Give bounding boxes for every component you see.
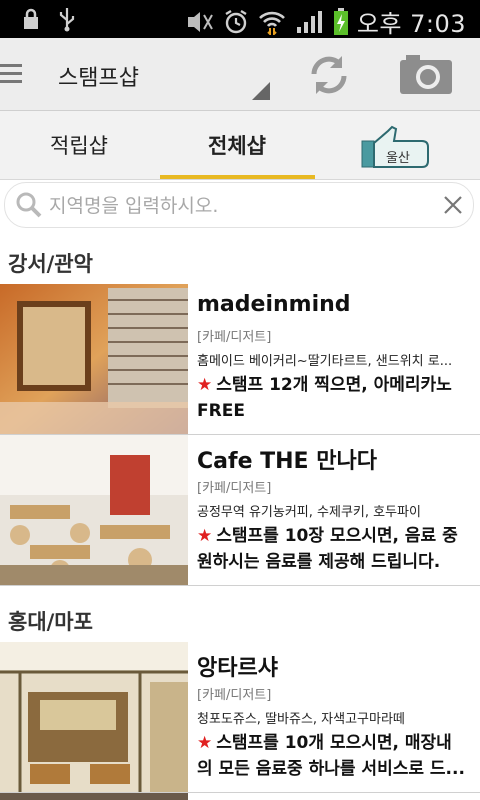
shop-thumbnail (0, 435, 188, 585)
shop-thumbnail (0, 642, 188, 792)
region-badge-label: 울산 (386, 151, 410, 166)
promo-line-1: 스탬프를 10개 모으시면, 매장내 (216, 733, 452, 753)
dropdown-indicator-icon[interactable] (252, 82, 270, 100)
shop-description: 공정무역 유기농커피, 수제쿠키, 호두파이 (197, 505, 421, 520)
star-icon: ★ (197, 375, 213, 395)
silent-icon (187, 11, 213, 32)
shop-thumbnail (0, 793, 188, 800)
promo-line-2: FREE (197, 401, 245, 421)
star-icon: ★ (197, 526, 213, 546)
app-title[interactable]: 스탬프샵 (58, 60, 139, 92)
region-search-input[interactable] (47, 189, 441, 223)
status-left-icons (22, 6, 76, 32)
section-header: 홍대/마포 (0, 596, 480, 642)
shop-category: [카페/디저트] (197, 481, 272, 496)
refresh-icon[interactable] (306, 52, 352, 98)
usb-icon (59, 8, 75, 32)
shop-tabs: 적립샵 전체샵 울산 (0, 111, 480, 180)
search-bar (4, 182, 474, 228)
battery-charging-icon (333, 7, 348, 35)
shop-category: [카페/디저트] (197, 330, 272, 345)
tab-stamp-shops[interactable]: 적립샵 (0, 111, 158, 179)
shop-promo: ★ 스탬프를 10장 모으시면, 음료 중 원하시는 음료를 제공해 드립니다. (197, 523, 475, 575)
status-right-icons: 오후 7:03 (185, 4, 466, 39)
promo-line-2: 원하시는 음료를 제공해 드립니다. (197, 552, 441, 572)
star-icon: ★ (197, 733, 213, 753)
shop-promo: ★ 스탬프를 10개 모으시면, 매장내 의 모든 음료중 하나를 서비스로 드.… (197, 730, 475, 782)
shop-name: Cafe THE 만나다 (197, 449, 377, 474)
status-bar: 오후 7:03 (0, 0, 480, 38)
tab-all-shops[interactable]: 전체샵 (158, 111, 316, 179)
shop-name: 앙타르샤 (197, 656, 278, 681)
promo-line-2: 의 모든 음료중 하나를 서비스로 드... (197, 759, 465, 779)
list-item[interactable] (0, 793, 480, 800)
alarm-icon (225, 9, 247, 33)
active-tab-indicator (160, 175, 315, 179)
list-item[interactable]: 앙타르샤 [카페/디저트] 청포도쥬스, 딸바쥬스, 자색고구마라떼 ★ 스탬프를… (0, 642, 480, 793)
menu-icon[interactable] (0, 64, 22, 86)
wifi-icon (258, 11, 285, 35)
section-title: 홍대/마포 (8, 610, 93, 634)
action-bar: 스탬프샵 (0, 38, 480, 111)
lock-icon (24, 8, 38, 29)
shop-description: 홈메이드 베이커리~딸기타르트, 샌드위치 로... (197, 354, 453, 369)
list-item[interactable]: madeinmind [카페/디저트] 홈메이드 베이커리~딸기타르트, 샌드위… (0, 284, 480, 435)
signal-icon (296, 10, 322, 33)
close-icon[interactable] (441, 193, 465, 217)
camera-icon[interactable] (398, 52, 454, 96)
section-title: 강서/관악 (8, 252, 93, 276)
shop-name: madeinmind (197, 292, 351, 317)
shop-description: 청포도쥬스, 딸바쥬스, 자색고구마라떼 (197, 712, 405, 727)
shop-category: [카페/디저트] (197, 688, 272, 703)
shop-thumbnail (0, 284, 188, 434)
section-header: 강서/관악 (0, 238, 480, 284)
promo-line-1: 스탬프를 10장 모으시면, 음료 중 (216, 526, 458, 546)
shop-promo: ★ 스탬프 12개 찍으면, 아메리카노 FREE (197, 372, 475, 424)
list-item[interactable]: Cafe THE 만나다 [카페/디저트] 공정무역 유기농커피, 수제쿠키, … (0, 435, 480, 586)
status-time: 오후 7:03 (356, 10, 466, 38)
search-icon (16, 192, 42, 218)
region-selector[interactable]: 울산 (360, 125, 430, 169)
promo-line-1: 스탬프 12개 찍으면, 아메리카노 (216, 375, 452, 395)
